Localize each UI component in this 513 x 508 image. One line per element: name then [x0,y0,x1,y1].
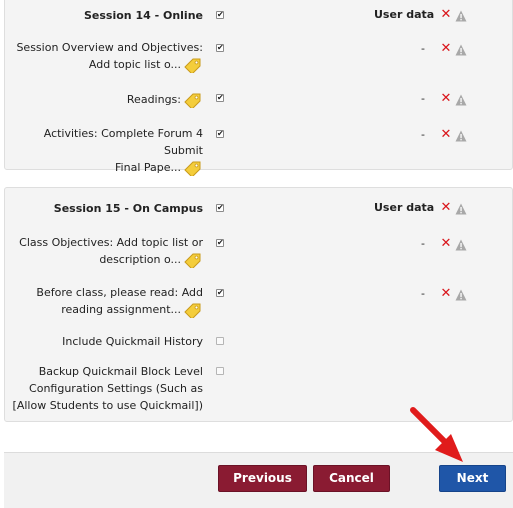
user-data-value: - [421,42,425,55]
activity-checkbox[interactable]: ✔ [216,94,224,102]
activity-label: Before class, please read: Add reading a… [36,284,203,318]
warning-icon [455,44,467,56]
tag-icon[interactable] [183,302,203,318]
cancel-button[interactable]: Cancel [313,465,390,492]
warning-icon [455,289,467,301]
user-data-label: User data [374,8,435,21]
warning-icon [455,203,467,215]
warning-icon [455,239,467,251]
activity-label: Activities: Complete Forum 4 Submit Fina… [5,125,203,176]
tag-icon[interactable] [183,92,203,108]
session-15-panel: Session 15 - On Campus ✔ User data ✕ Cla… [4,187,513,422]
delete-icon[interactable]: ✕ [440,237,452,250]
quickmail-history-label: Include Quickmail History [62,335,203,348]
previous-button[interactable]: Previous [218,465,307,492]
session-checkbox[interactable]: ✔ [216,11,224,19]
quickmail-config-checkbox[interactable] [216,367,224,375]
tag-icon[interactable] [183,252,203,268]
activity-checkbox[interactable]: ✔ [216,130,224,138]
activity-checkbox[interactable]: ✔ [216,44,224,52]
warning-icon [455,130,467,142]
user-data-value: - [421,128,425,141]
delete-icon[interactable]: ✕ [440,42,452,55]
tag-icon[interactable] [183,160,203,176]
session-title: Session 14 - Online [83,9,203,22]
activity-checkbox[interactable]: ✔ [216,239,224,247]
delete-icon[interactable]: ✕ [440,8,452,21]
activity-label: Readings: [127,91,203,108]
delete-icon[interactable]: ✕ [440,92,452,105]
quickmail-history-checkbox[interactable] [216,337,224,345]
activity-label: Class Objectives: Add topic list or desc… [19,234,203,268]
session-checkbox[interactable]: ✔ [216,204,224,212]
warning-icon [455,94,467,106]
user-data-value: - [421,92,425,105]
user-data-label: User data [374,201,435,214]
quickmail-config-label: Backup Quickmail Block Level Configurati… [12,365,203,412]
delete-icon[interactable]: ✕ [440,201,452,214]
activity-checkbox[interactable]: ✔ [216,289,224,297]
session-14-panel: Session 14 - Online ✔ User data ✕ Sessio… [4,0,513,176]
user-data-value: - [421,237,425,250]
annotation-arrow-icon [410,407,463,462]
session-title: Session 15 - On Campus [53,202,203,215]
delete-icon[interactable]: ✕ [440,287,452,300]
tag-icon[interactable] [183,57,203,73]
activity-label: Session Overview and Objectives: Add top… [16,39,203,73]
delete-icon[interactable]: ✕ [440,128,452,141]
user-data-value: - [421,287,425,300]
warning-icon [455,10,467,22]
